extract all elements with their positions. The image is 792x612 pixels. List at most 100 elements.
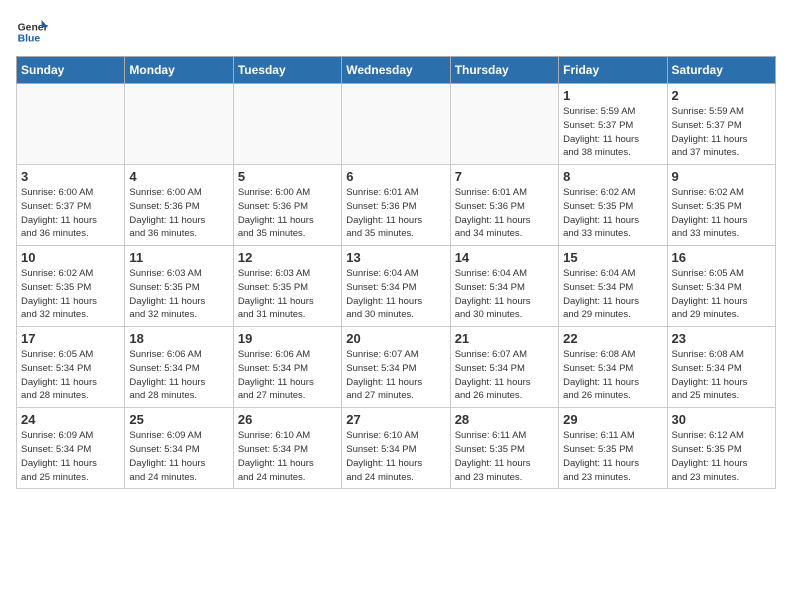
day-cell: 24 Sunrise: 6:09 AM Sunset: 5:34 PM Dayli… bbox=[17, 408, 125, 489]
day-cell bbox=[342, 84, 450, 165]
day-number: 20 bbox=[346, 331, 445, 346]
day-number: 3 bbox=[21, 169, 120, 184]
logo-icon: General Blue bbox=[16, 16, 48, 48]
day-info: Sunrise: 6:05 AM Sunset: 5:34 PM Dayligh… bbox=[672, 267, 771, 322]
day-cell: 23 Sunrise: 6:08 AM Sunset: 5:34 PM Dayli… bbox=[667, 327, 775, 408]
day-cell: 19 Sunrise: 6:06 AM Sunset: 5:34 PM Dayli… bbox=[233, 327, 341, 408]
day-info: Sunrise: 6:11 AM Sunset: 5:35 PM Dayligh… bbox=[455, 429, 554, 484]
day-cell: 12 Sunrise: 6:03 AM Sunset: 5:35 PM Dayli… bbox=[233, 246, 341, 327]
col-header-sunday: Sunday bbox=[17, 57, 125, 84]
day-cell: 7 Sunrise: 6:01 AM Sunset: 5:36 PM Daylig… bbox=[450, 165, 558, 246]
svg-text:Blue: Blue bbox=[18, 34, 41, 45]
day-number: 30 bbox=[672, 412, 771, 427]
col-header-saturday: Saturday bbox=[667, 57, 775, 84]
day-cell: 15Sunrise: 6:04 AM Sunset: 5:34 PM Dayli… bbox=[559, 246, 667, 327]
day-info: Sunrise: 6:12 AM Sunset: 5:35 PM Dayligh… bbox=[672, 429, 771, 484]
day-info: Sunrise: 6:05 AM Sunset: 5:34 PM Dayligh… bbox=[21, 348, 120, 403]
day-number: 26 bbox=[238, 412, 337, 427]
week-row-4: 17 Sunrise: 6:05 AM Sunset: 5:34 PM Dayli… bbox=[17, 327, 776, 408]
week-row-5: 24 Sunrise: 6:09 AM Sunset: 5:34 PM Dayli… bbox=[17, 408, 776, 489]
day-cell: 25 Sunrise: 6:09 AM Sunset: 5:34 PM Dayli… bbox=[125, 408, 233, 489]
day-cell: 4Sunrise: 6:00 AM Sunset: 5:36 PM Daylig… bbox=[125, 165, 233, 246]
day-number: 19 bbox=[238, 331, 337, 346]
day-info: Sunrise: 6:01 AM Sunset: 5:36 PM Dayligh… bbox=[346, 186, 445, 241]
day-cell: 22 Sunrise: 6:08 AM Sunset: 5:34 PM Dayli… bbox=[559, 327, 667, 408]
day-number: 11 bbox=[129, 250, 228, 265]
day-info: Sunrise: 6:02 AM Sunset: 5:35 PM Dayligh… bbox=[563, 186, 662, 241]
day-info: Sunrise: 6:08 AM Sunset: 5:34 PM Dayligh… bbox=[672, 348, 771, 403]
week-row-1: 1 Sunrise: 5:59 AM Sunset: 5:37 PM Daylig… bbox=[17, 84, 776, 165]
day-number: 27 bbox=[346, 412, 445, 427]
day-number: 10 bbox=[21, 250, 120, 265]
day-number: 1 bbox=[563, 88, 662, 103]
day-info: Sunrise: 6:11 AM Sunset: 5:35 PM Dayligh… bbox=[563, 429, 662, 484]
day-info: Sunrise: 6:10 AM Sunset: 5:34 PM Dayligh… bbox=[238, 429, 337, 484]
day-cell: 5 Sunrise: 6:00 AM Sunset: 5:36 PM Daylig… bbox=[233, 165, 341, 246]
day-number: 8 bbox=[563, 169, 662, 184]
day-number: 29 bbox=[563, 412, 662, 427]
day-cell: 14Sunrise: 6:04 AM Sunset: 5:34 PM Dayli… bbox=[450, 246, 558, 327]
day-number: 24 bbox=[21, 412, 120, 427]
day-number: 5 bbox=[238, 169, 337, 184]
day-info: Sunrise: 6:04 AM Sunset: 5:34 PM Dayligh… bbox=[346, 267, 445, 322]
col-header-monday: Monday bbox=[125, 57, 233, 84]
day-number: 12 bbox=[238, 250, 337, 265]
day-cell: 17 Sunrise: 6:05 AM Sunset: 5:34 PM Dayli… bbox=[17, 327, 125, 408]
day-info: Sunrise: 6:03 AM Sunset: 5:35 PM Dayligh… bbox=[129, 267, 228, 322]
day-cell: 26 Sunrise: 6:10 AM Sunset: 5:34 PM Dayli… bbox=[233, 408, 341, 489]
day-number: 22 bbox=[563, 331, 662, 346]
day-info: Sunrise: 6:10 AM Sunset: 5:34 PM Dayligh… bbox=[346, 429, 445, 484]
day-info: Sunrise: 6:00 AM Sunset: 5:37 PM Dayligh… bbox=[21, 186, 120, 241]
day-cell bbox=[125, 84, 233, 165]
day-cell bbox=[17, 84, 125, 165]
day-number: 4 bbox=[129, 169, 228, 184]
calendar-table: SundayMondayTuesdayWednesdayThursdayFrid… bbox=[16, 56, 776, 489]
day-cell: 20 Sunrise: 6:07 AM Sunset: 5:34 PM Dayli… bbox=[342, 327, 450, 408]
day-cell bbox=[450, 84, 558, 165]
day-number: 15 bbox=[563, 250, 662, 265]
day-info: Sunrise: 5:59 AM Sunset: 5:37 PM Dayligh… bbox=[672, 105, 771, 160]
day-info: Sunrise: 6:09 AM Sunset: 5:34 PM Dayligh… bbox=[21, 429, 120, 484]
day-number: 13 bbox=[346, 250, 445, 265]
day-info: Sunrise: 6:01 AM Sunset: 5:36 PM Dayligh… bbox=[455, 186, 554, 241]
day-number: 6 bbox=[346, 169, 445, 184]
day-info: Sunrise: 6:02 AM Sunset: 5:35 PM Dayligh… bbox=[21, 267, 120, 322]
day-number: 7 bbox=[455, 169, 554, 184]
day-info: Sunrise: 6:03 AM Sunset: 5:35 PM Dayligh… bbox=[238, 267, 337, 322]
col-header-friday: Friday bbox=[559, 57, 667, 84]
day-info: Sunrise: 6:04 AM Sunset: 5:34 PM Dayligh… bbox=[455, 267, 554, 322]
day-number: 23 bbox=[672, 331, 771, 346]
day-info: Sunrise: 6:02 AM Sunset: 5:35 PM Dayligh… bbox=[672, 186, 771, 241]
day-number: 16 bbox=[672, 250, 771, 265]
col-header-wednesday: Wednesday bbox=[342, 57, 450, 84]
day-cell: 21Sunrise: 6:07 AM Sunset: 5:34 PM Dayli… bbox=[450, 327, 558, 408]
col-header-tuesday: Tuesday bbox=[233, 57, 341, 84]
day-cell: 16 Sunrise: 6:05 AM Sunset: 5:34 PM Dayli… bbox=[667, 246, 775, 327]
day-info: Sunrise: 5:59 AM Sunset: 5:37 PM Dayligh… bbox=[563, 105, 662, 160]
day-cell bbox=[233, 84, 341, 165]
day-cell: 9Sunrise: 6:02 AM Sunset: 5:35 PM Daylig… bbox=[667, 165, 775, 246]
day-info: Sunrise: 6:00 AM Sunset: 5:36 PM Dayligh… bbox=[238, 186, 337, 241]
day-number: 28 bbox=[455, 412, 554, 427]
page-header: General Blue bbox=[16, 16, 776, 48]
day-cell: 6 Sunrise: 6:01 AM Sunset: 5:36 PM Daylig… bbox=[342, 165, 450, 246]
day-cell: 2 Sunrise: 5:59 AM Sunset: 5:37 PM Daylig… bbox=[667, 84, 775, 165]
week-row-3: 10 Sunrise: 6:02 AM Sunset: 5:35 PM Dayli… bbox=[17, 246, 776, 327]
day-cell: 8 Sunrise: 6:02 AM Sunset: 5:35 PM Daylig… bbox=[559, 165, 667, 246]
day-info: Sunrise: 6:08 AM Sunset: 5:34 PM Dayligh… bbox=[563, 348, 662, 403]
day-cell: 28 Sunrise: 6:11 AM Sunset: 5:35 PM Dayli… bbox=[450, 408, 558, 489]
day-info: Sunrise: 6:09 AM Sunset: 5:34 PM Dayligh… bbox=[129, 429, 228, 484]
day-cell: 1 Sunrise: 5:59 AM Sunset: 5:37 PM Daylig… bbox=[559, 84, 667, 165]
day-number: 25 bbox=[129, 412, 228, 427]
day-number: 2 bbox=[672, 88, 771, 103]
day-cell: 18Sunrise: 6:06 AM Sunset: 5:34 PM Dayli… bbox=[125, 327, 233, 408]
day-info: Sunrise: 6:07 AM Sunset: 5:34 PM Dayligh… bbox=[346, 348, 445, 403]
col-header-thursday: Thursday bbox=[450, 57, 558, 84]
day-number: 21 bbox=[455, 331, 554, 346]
day-cell: 29 Sunrise: 6:11 AM Sunset: 5:35 PM Dayli… bbox=[559, 408, 667, 489]
day-info: Sunrise: 6:06 AM Sunset: 5:34 PM Dayligh… bbox=[238, 348, 337, 403]
week-row-2: 3 Sunrise: 6:00 AM Sunset: 5:37 PM Daylig… bbox=[17, 165, 776, 246]
day-cell: 27 Sunrise: 6:10 AM Sunset: 5:34 PM Dayli… bbox=[342, 408, 450, 489]
day-number: 17 bbox=[21, 331, 120, 346]
day-cell: 11 Sunrise: 6:03 AM Sunset: 5:35 PM Dayli… bbox=[125, 246, 233, 327]
